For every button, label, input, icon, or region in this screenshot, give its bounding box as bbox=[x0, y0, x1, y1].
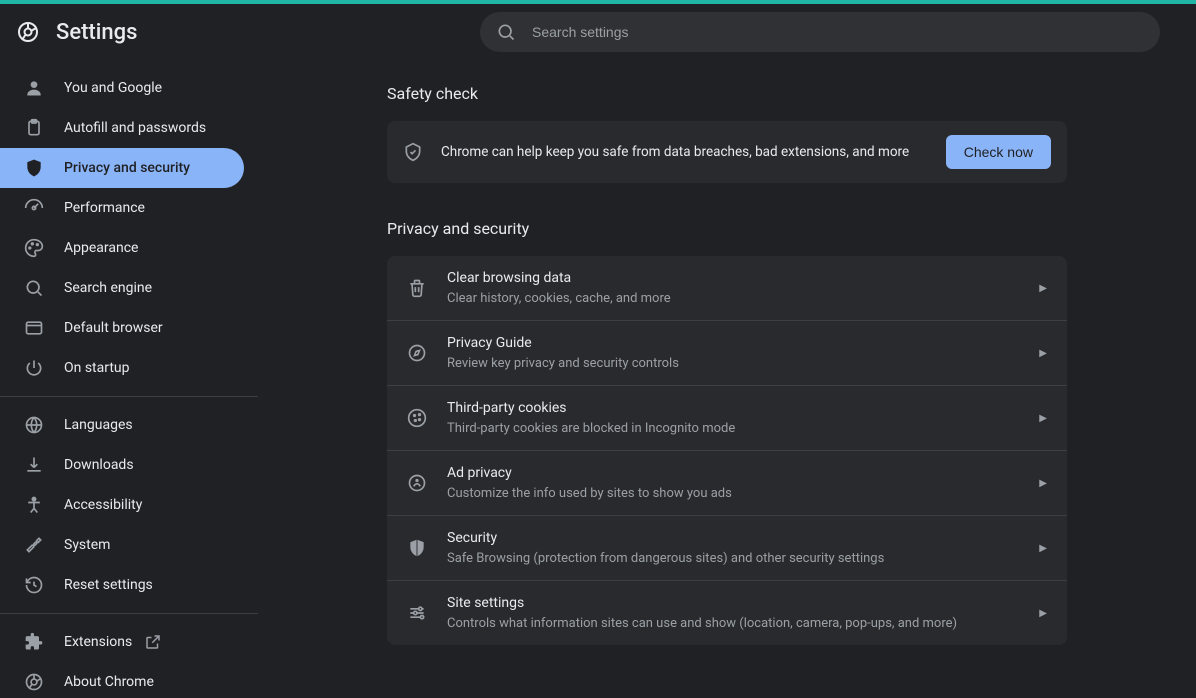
extension-icon bbox=[24, 632, 44, 652]
sidebar-item-label: Performance bbox=[64, 200, 145, 216]
speed-icon bbox=[24, 198, 44, 218]
shield-check-icon bbox=[403, 142, 423, 162]
sidebar-item-label: About Chrome bbox=[64, 674, 154, 690]
row-subtitle: Clear history, cookies, cache, and more bbox=[447, 290, 1039, 308]
row-title: Site settings bbox=[447, 593, 1039, 613]
sidebar-item-languages[interactable]: Languages bbox=[0, 405, 244, 445]
shield-icon bbox=[407, 538, 427, 558]
sidebar-divider bbox=[0, 613, 258, 614]
sidebar-item-label: Languages bbox=[64, 417, 133, 433]
person-icon bbox=[24, 78, 44, 98]
chrome-logo-icon bbox=[16, 20, 40, 44]
sidebar-item-label: Downloads bbox=[64, 457, 134, 473]
sidebar-item-search-engine[interactable]: Search engine bbox=[0, 268, 244, 308]
sidebar-item-privacy[interactable]: Privacy and security bbox=[0, 148, 244, 188]
privacy-heading: Privacy and security bbox=[387, 219, 1067, 238]
sidebar-item-extensions[interactable]: Extensions bbox=[0, 622, 244, 662]
globe-icon bbox=[24, 415, 44, 435]
safety-heading: Safety check bbox=[387, 84, 1067, 103]
sidebar-item-default-browser[interactable]: Default browser bbox=[0, 308, 244, 348]
sidebar-item-startup[interactable]: On startup bbox=[0, 348, 244, 388]
safety-check-card: Chrome can help keep you safe from data … bbox=[387, 121, 1067, 183]
sidebar-item-label: Extensions bbox=[64, 634, 132, 650]
sidebar-item-label: Privacy and security bbox=[64, 160, 190, 176]
chevron-right-icon: ▶ bbox=[1039, 608, 1047, 619]
row-title: Clear browsing data bbox=[447, 268, 1039, 288]
row-title: Privacy Guide bbox=[447, 333, 1039, 353]
check-now-button[interactable]: Check now bbox=[946, 135, 1051, 169]
sidebar-item-label: Appearance bbox=[64, 240, 138, 256]
sidebar-item-label: Autofill and passwords bbox=[64, 120, 206, 136]
sliders-icon bbox=[407, 603, 427, 623]
row-title: Security bbox=[447, 528, 1039, 548]
sidebar-divider bbox=[0, 396, 258, 397]
trash-icon bbox=[407, 278, 427, 298]
privacy-list: Clear browsing data Clear history, cookie… bbox=[387, 256, 1067, 645]
privacy-row-trash[interactable]: Clear browsing data Clear history, cookie… bbox=[387, 256, 1067, 321]
row-subtitle: Review key privacy and security controls bbox=[447, 355, 1039, 373]
chevron-right-icon: ▶ bbox=[1039, 543, 1047, 554]
chevron-right-icon: ▶ bbox=[1039, 478, 1047, 489]
sidebar-item-label: You and Google bbox=[64, 80, 162, 96]
accessibility-icon bbox=[24, 495, 44, 515]
sidebar-item-system[interactable]: System bbox=[0, 525, 244, 565]
row-subtitle: Safe Browsing (protection from dangerous… bbox=[447, 550, 1039, 568]
sidebar-item-label: Reset settings bbox=[64, 577, 153, 593]
privacy-row-sliders[interactable]: Site settings Controls what information s… bbox=[387, 581, 1067, 645]
power-icon bbox=[24, 358, 44, 378]
app-header: Settings bbox=[0, 4, 1196, 60]
row-title: Third-party cookies bbox=[447, 398, 1039, 418]
clipboard-icon bbox=[24, 118, 44, 138]
privacy-row-cookie[interactable]: Third-party cookies Third-party cookies a… bbox=[387, 386, 1067, 451]
sidebar-item-performance[interactable]: Performance bbox=[0, 188, 244, 228]
search-box[interactable] bbox=[480, 12, 1160, 52]
chrome-icon bbox=[24, 672, 44, 692]
row-title: Ad privacy bbox=[447, 463, 1039, 483]
cookie-icon bbox=[407, 408, 427, 428]
chevron-right-icon: ▶ bbox=[1039, 283, 1047, 294]
sidebar-item-label: On startup bbox=[64, 360, 130, 376]
search-wrapper bbox=[480, 12, 1160, 52]
browser-icon bbox=[24, 318, 44, 338]
sidebar-item-reset[interactable]: Reset settings bbox=[0, 565, 244, 605]
sidebar: You and Google Autofill and passwords Priv… bbox=[0, 60, 258, 698]
main-content: Safety check Chrome can help keep you sa… bbox=[258, 60, 1196, 698]
ad-icon bbox=[407, 473, 427, 493]
sidebar-item-label: Default browser bbox=[64, 320, 163, 336]
privacy-row-shield[interactable]: Security Safe Browsing (protection from d… bbox=[387, 516, 1067, 581]
row-subtitle: Customize the info used by sites to show… bbox=[447, 485, 1039, 503]
sidebar-item-appearance[interactable]: Appearance bbox=[0, 228, 244, 268]
sidebar-item-label: Search engine bbox=[64, 280, 152, 296]
sidebar-item-downloads[interactable]: Downloads bbox=[0, 445, 244, 485]
search-input[interactable] bbox=[532, 24, 1144, 40]
sidebar-item-you-google[interactable]: You and Google bbox=[0, 68, 244, 108]
external-link-icon bbox=[144, 633, 162, 651]
sidebar-item-label: Accessibility bbox=[64, 497, 142, 513]
row-subtitle: Third-party cookies are blocked in Incog… bbox=[447, 420, 1039, 438]
sidebar-item-accessibility[interactable]: Accessibility bbox=[0, 485, 244, 525]
sidebar-item-label: System bbox=[64, 537, 110, 553]
history-icon bbox=[24, 575, 44, 595]
palette-icon bbox=[24, 238, 44, 258]
page-title: Settings bbox=[56, 20, 137, 45]
sidebar-item-about[interactable]: About Chrome bbox=[0, 662, 244, 698]
chevron-right-icon: ▶ bbox=[1039, 348, 1047, 359]
download-icon bbox=[24, 455, 44, 475]
compass-icon bbox=[407, 343, 427, 363]
chevron-right-icon: ▶ bbox=[1039, 413, 1047, 424]
row-subtitle: Controls what information sites can use … bbox=[447, 615, 1039, 633]
search-icon bbox=[24, 278, 44, 298]
wrench-icon bbox=[24, 535, 44, 555]
search-icon bbox=[496, 22, 516, 42]
safety-check-text: Chrome can help keep you safe from data … bbox=[441, 144, 946, 160]
privacy-row-compass[interactable]: Privacy Guide Review key privacy and secu… bbox=[387, 321, 1067, 386]
privacy-row-ad[interactable]: Ad privacy Customize the info used by sit… bbox=[387, 451, 1067, 516]
sidebar-item-autofill[interactable]: Autofill and passwords bbox=[0, 108, 244, 148]
shield-icon bbox=[24, 158, 44, 178]
